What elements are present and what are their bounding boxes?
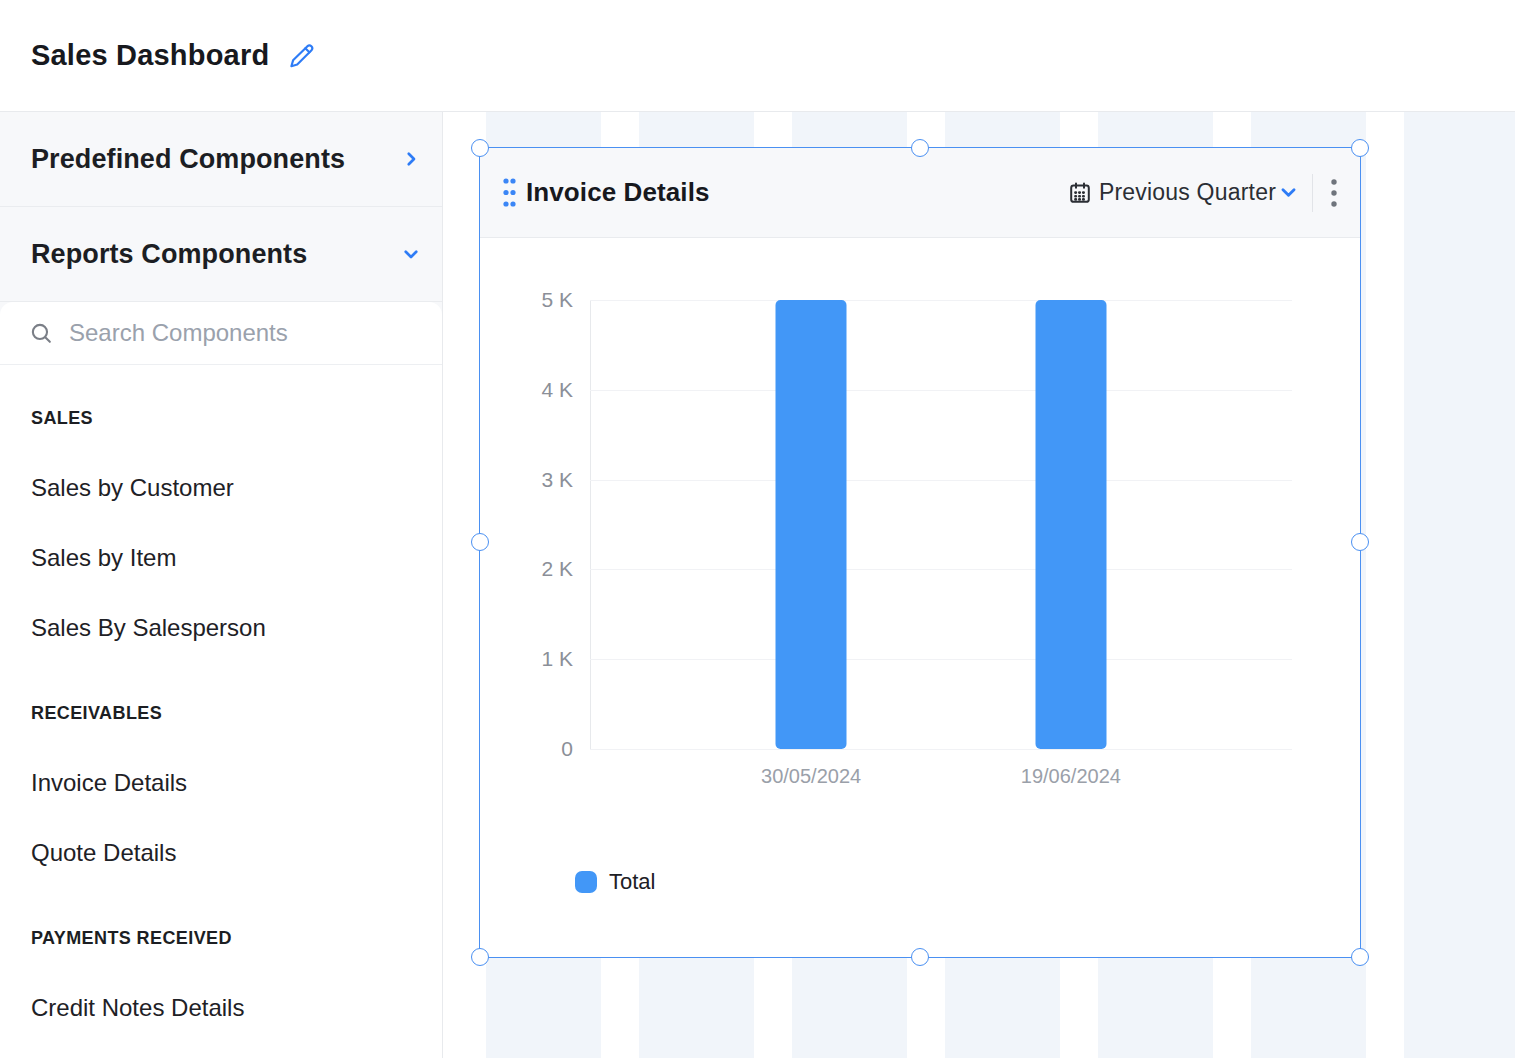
reports-components-toggle[interactable]: Reports Components	[0, 207, 442, 302]
y-tick-label: 2 K	[541, 557, 573, 581]
components-list-panel: SALESSales by CustomerSales by ItemSales…	[0, 302, 442, 1058]
gridline	[590, 569, 1292, 570]
resize-handle-top-right[interactable]	[1351, 139, 1369, 157]
bar-19/06/2024[interactable]	[1035, 300, 1106, 749]
gridline	[590, 749, 1292, 750]
resize-handle-middle-right[interactable]	[1351, 533, 1369, 551]
resize-handle-middle-left[interactable]	[471, 533, 489, 551]
search-icon	[29, 321, 54, 346]
y-axis	[590, 300, 591, 749]
chart-legend[interactable]: Total	[575, 869, 655, 895]
page-header: Sales Dashboard	[0, 0, 1515, 112]
chevron-down-icon	[1279, 183, 1298, 202]
divider	[1312, 174, 1313, 212]
bar-chart: 5 K4 K3 K2 K1 K030/05/202419/06/2024	[590, 300, 1292, 749]
page-title: Sales Dashboard	[31, 39, 269, 72]
group-header: RECEIVABLES	[31, 678, 411, 748]
resize-handle-bottom-right[interactable]	[1351, 948, 1369, 966]
y-tick-label: 1 K	[541, 647, 573, 671]
calendar-icon	[1068, 181, 1092, 205]
y-tick-label: 5 K	[541, 288, 573, 312]
component-item[interactable]: Sales By Salesperson	[31, 593, 411, 663]
search-components-field[interactable]	[0, 302, 442, 365]
edit-title-button[interactable]	[288, 42, 315, 69]
y-tick-label: 0	[561, 737, 573, 761]
component-groups: SALESSales by CustomerSales by ItemSales…	[0, 365, 442, 1043]
y-tick-label: 4 K	[541, 378, 573, 402]
widget-title: Invoice Details	[526, 177, 710, 208]
pencil-icon	[288, 42, 315, 69]
x-tick-label: 19/06/2024	[1021, 765, 1121, 788]
kebab-menu-icon	[1330, 178, 1338, 208]
predefined-components-toggle[interactable]: Predefined Components	[0, 112, 442, 207]
chevron-right-icon	[402, 150, 420, 168]
predefined-components-label: Predefined Components	[31, 144, 345, 175]
period-selector[interactable]: Previous Quarter	[1068, 179, 1298, 206]
group-header: SALES	[31, 383, 411, 453]
group-header: PAYMENTS RECEIVED	[31, 903, 411, 973]
component-item[interactable]: Quote Details	[31, 818, 411, 888]
gridline	[590, 300, 1292, 301]
component-item[interactable]: Invoice Details	[31, 748, 411, 818]
period-label: Previous Quarter	[1099, 179, 1276, 206]
dashboard-canvas[interactable]: Invoice Details Previous Quarter	[443, 112, 1515, 1058]
resize-handle-bottom-middle[interactable]	[911, 948, 929, 966]
legend-label: Total	[609, 869, 655, 895]
component-item[interactable]: Sales by Customer	[31, 453, 411, 523]
search-input[interactable]	[67, 318, 424, 348]
resize-handle-top-left[interactable]	[471, 139, 489, 157]
resize-handle-bottom-left[interactable]	[471, 948, 489, 966]
reports-components-label: Reports Components	[31, 239, 307, 270]
components-sidebar: Predefined Components Reports Components…	[0, 112, 443, 1058]
gridline	[590, 659, 1292, 660]
drag-handle-icon[interactable]	[502, 177, 517, 208]
y-tick-label: 3 K	[541, 468, 573, 492]
x-tick-label: 30/05/2024	[761, 765, 861, 788]
gridline	[590, 390, 1292, 391]
component-item[interactable]: Sales by Item	[31, 523, 411, 593]
resize-handle-top-middle[interactable]	[911, 139, 929, 157]
gridline	[590, 480, 1292, 481]
widget-menu-button[interactable]	[1326, 176, 1342, 210]
chevron-down-icon	[402, 245, 420, 263]
component-item[interactable]: Credit Notes Details	[31, 973, 411, 1043]
widget-header: Invoice Details Previous Quarter	[480, 148, 1360, 238]
invoice-details-widget[interactable]: Invoice Details Previous Quarter	[479, 147, 1361, 958]
legend-swatch	[575, 871, 597, 893]
bar-30/05/2024[interactable]	[776, 300, 847, 749]
